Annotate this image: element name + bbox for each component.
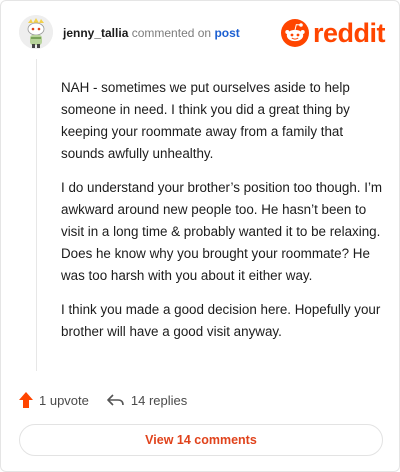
upvote-arrow-icon [19,392,33,408]
avatar-snoo-icon [19,15,53,49]
post-link[interactable]: post [214,26,239,40]
comment-actions: 1 upvote 14 replies [19,389,205,411]
user-avatar[interactable] [19,15,53,49]
reddit-snoo-icon [280,19,309,47]
comment-paragraph: I do understand your brother’s position … [61,180,383,283]
comment-paragraph: I think you made a good decision here. H… [61,302,381,339]
comment-paragraph: NAH - sometimes we put ourselves aside t… [61,80,350,161]
upvote-button[interactable]: 1 upvote [19,392,89,408]
comment-card: jenny_tallia commented on post reddit NA… [0,0,400,472]
commented-on-text: commented on [131,26,212,40]
comment-header: jenny_tallia commented on post reddit [19,15,386,55]
username-link[interactable]: jenny_tallia [63,26,128,40]
reddit-wordmark: reddit [312,18,386,48]
reply-arrow-icon [107,394,124,406]
replies-button[interactable]: 14 replies [107,393,187,408]
comment-body: NAH - sometimes we put ourselves aside t… [61,77,389,355]
upvote-count: 1 upvote [39,392,89,408]
replies-count: 14 replies [130,392,188,408]
view-comments-button[interactable]: View 14 comments [19,424,383,456]
reddit-logo: reddit [280,18,386,48]
comment-meta: jenny_tallia commented on post [63,26,240,40]
thread-line [36,59,37,371]
